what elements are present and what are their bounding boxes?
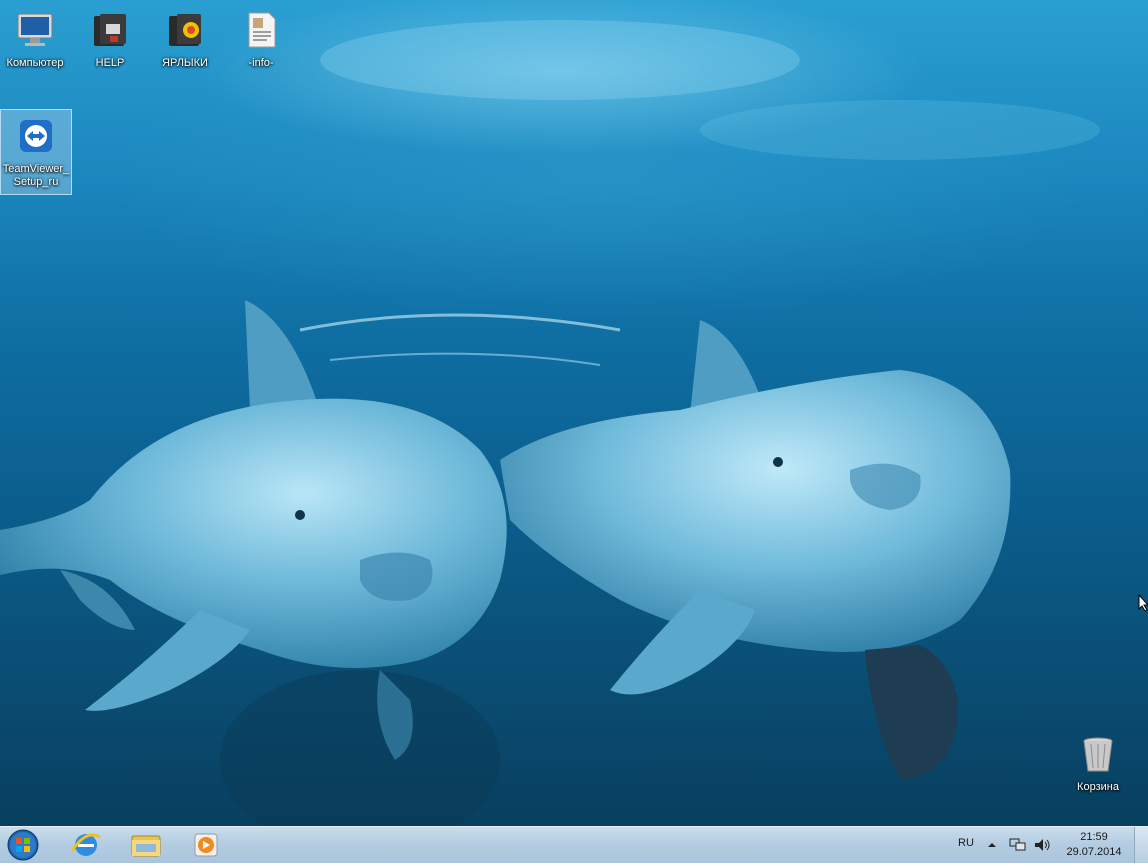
desktop-icon-label: Корзина [1077, 781, 1119, 793]
show-desktop-button[interactable] [1134, 827, 1148, 863]
start-orb-icon [7, 829, 39, 861]
taskbar: RU 21:59 29.07.2014 [0, 826, 1148, 863]
document-icon [248, 12, 276, 48]
clock-date: 29.07.2014 [1066, 846, 1122, 858]
desktop-icon-label: Компьютер [6, 57, 64, 69]
desktop-icon-computer[interactable]: Компьютер [0, 4, 70, 70]
volume-icon[interactable] [1033, 837, 1051, 853]
computer-icon [17, 13, 53, 46]
desktop-icon-label: HELP [95, 57, 125, 69]
start-button[interactable] [0, 827, 46, 863]
taskbar-pin-media-player[interactable] [180, 827, 232, 863]
desktop[interactable]: Компьютер HELP ЯРЛЫКИ -info- TeamViewer_… [0, 0, 1148, 826]
desktop-icon-recycle-bin[interactable]: Корзина [1063, 728, 1133, 794]
network-icon[interactable] [1009, 837, 1027, 853]
show-hidden-icons-icon[interactable] [987, 840, 997, 850]
desktop-icon-teamviewer[interactable]: TeamViewer_Setup_ru [0, 109, 72, 195]
clock-time: 21:59 [1080, 831, 1108, 843]
mouse-cursor-icon [1138, 594, 1148, 612]
taskbar-pin-explorer[interactable] [120, 827, 172, 863]
dolphins-wallpaper [0, 20, 1100, 826]
folder-shortcuts-icon [169, 14, 201, 46]
media-player-icon [194, 833, 218, 857]
desktop-icon-label: TeamViewer_Setup_ru [2, 163, 70, 188]
folder-help-icon [94, 14, 126, 46]
desktop-icon-info[interactable]: -info- [226, 4, 296, 70]
taskbar-pin-internet-explorer[interactable] [60, 827, 112, 863]
right-dolphin [500, 320, 1011, 780]
desktop-icon-help[interactable]: HELP [75, 4, 145, 70]
desktop-icon-label: ЯРЛЫКИ [162, 57, 208, 69]
clock[interactable]: 21:59 29.07.2014 [1062, 830, 1126, 860]
internet-explorer-icon [70, 833, 101, 856]
recycle-bin-icon [1083, 737, 1113, 772]
language-indicator[interactable]: RU [958, 837, 974, 849]
desktop-icon-label: -info- [248, 57, 274, 69]
desktop-icon-shortcuts[interactable]: ЯРЛЫКИ [150, 4, 220, 70]
teamviewer-icon [20, 120, 52, 152]
windows-explorer-icon [131, 835, 161, 857]
